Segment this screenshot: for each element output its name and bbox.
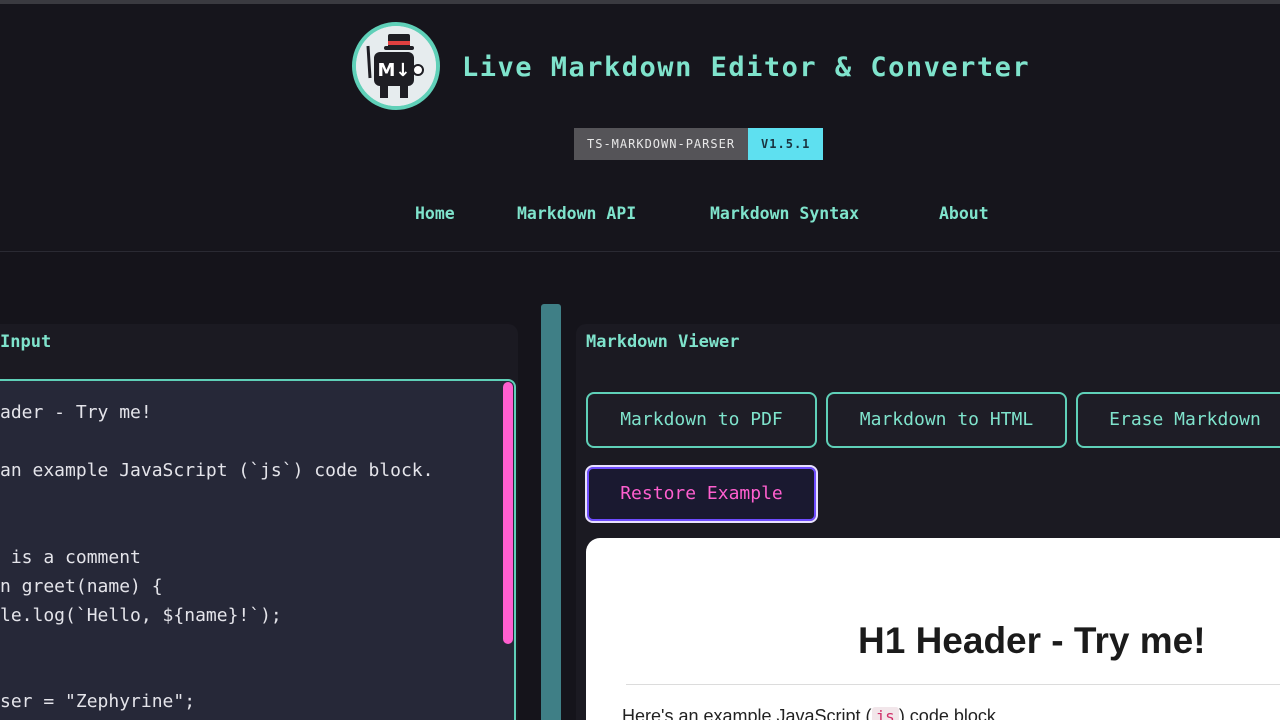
editor-scrollbar-thumb[interactable] [503,382,513,644]
markdown-logo-icon[interactable]: M↓ [352,22,440,110]
editor-line: ader - Try me! [0,402,152,423]
input-panel-title: Input [0,332,52,352]
editor-line: an example JavaScript (`js`) code block. [0,460,434,481]
preview-paragraph-text-end: ) code block. [898,706,1001,720]
nav-link-about[interactable]: About [939,204,989,223]
preview-h1: H1 Header - Try me! [858,620,1206,661]
preview-paragraph-text: Here's an example JavaScript ( [622,706,872,720]
panel-resize-handle[interactable] [541,304,561,720]
preview-inline-code: js [871,707,899,720]
version-badge: TS-MARKDOWN-PARSER V1.5.1 [574,128,824,160]
erase-markdown-button[interactable]: Erase Markdown [1076,392,1280,448]
markdown-to-pdf-button[interactable]: Markdown to PDF [586,392,817,448]
editor-line: ser = "Zephyrine"; [0,691,196,712]
editor-line: is a comment [0,547,141,568]
svg-text:M↓: M↓ [378,60,411,81]
editor-line: le.log(`Hello, ${name}!`); [0,605,282,626]
restore-example-button[interactable]: Restore Example [585,465,818,523]
editor-line: n greet(name) { [0,576,163,597]
badge-version: V1.5.1 [748,128,824,160]
nav-link-markdown-api[interactable]: Markdown API [517,204,636,223]
site-title: Live Markdown Editor & Converter [462,52,1031,83]
markdown-preview: H1 Header - Try me! Here's an example Ja… [586,538,1280,720]
badge-package-name: TS-MARKDOWN-PARSER [574,128,749,160]
preview-paragraph: Here's an example JavaScript (js) code b… [622,706,1001,720]
site-header: M↓ Live Markdown Editor & Converter TS-M… [0,4,1280,252]
preview-divider [626,684,1280,685]
markdown-input-editor[interactable]: ader - Try me! an example JavaScript (`j… [0,379,516,720]
markdown-to-html-button[interactable]: Markdown to HTML [826,392,1067,448]
nav-link-home[interactable]: Home [415,204,455,223]
nav-link-markdown-syntax[interactable]: Markdown Syntax [710,204,859,223]
viewer-panel-title: Markdown Viewer [586,332,740,352]
